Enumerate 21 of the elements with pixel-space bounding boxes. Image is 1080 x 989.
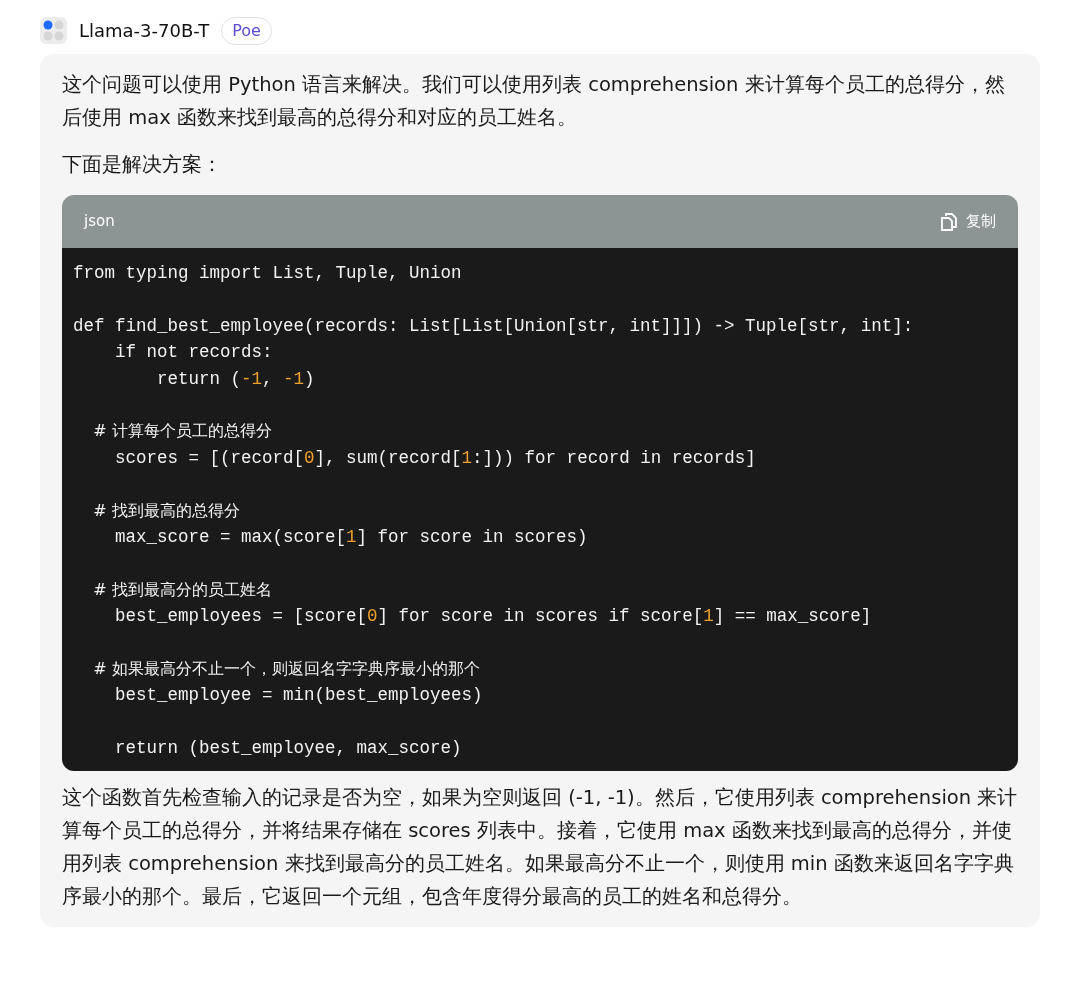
copy-icon [940,211,958,232]
code-line: return (-1, -1) [156,367,316,391]
bot-name: Llama-3-70B-T [79,19,210,43]
code-line: # 计算每个员工的总得分 [92,420,273,443]
code-line: scores = [(record[0], sum(record[1:])) for record in records] [114,446,757,470]
app-logo-icon [40,17,67,44]
code-line: # 找到最高的总得分 [92,499,241,522]
code-line: # 如果最高分不止一个，则返回名字字典序最小的那个 [92,657,481,680]
code-line: from typing import List, Tuple, Union [73,262,463,285]
code-line: return (best_employee, max_score) [114,737,463,761]
lead-text: 下面是解决方案： [62,152,223,178]
code-language: json [84,211,115,233]
explanation-paragraph: 这个函数首先检查输入的记录是否为空，如果为空则返回 (-1, -1)。然后，它使用列表 comprehension 来计算每个员工的总得分，并将结果存储在 scores 列表中。接着，它使用 max 函数来找到最高的总得分，并使用列表 comprehension 来找到最高分的员工姓名。如果最高分不止一个，则使用 min 函数来返回名字字典序最小的那个。最后，它返回一个元组，包含年度得分最高的员工的姓名和总得分。 [62,785,1018,911]
code-line: def find_best_employee(records: List[List[Union[str, int]]]) -> Tuple[str, int]: [73,314,915,338]
code-line: best_employees = [score[0] for score in scores if score[1] == max_score] [114,605,873,629]
code-line: if not records: [114,341,274,365]
intro-paragraph: 这个问题可以使用 Python 语言来解决。我们可以使用列表 comprehension 来计算每个员工的总得分，然后使用 max 函数来找到最高的总得分和对应的员工姓名。 [62,72,1006,131]
copy-button[interactable]: 复制 [940,210,996,233]
code-line: # 找到最高分的员工姓名 [92,578,273,601]
code-line: best_employee = min(best_employees) [114,684,484,708]
code-line: max_score = max(score[1] for score in scores) [114,525,589,549]
